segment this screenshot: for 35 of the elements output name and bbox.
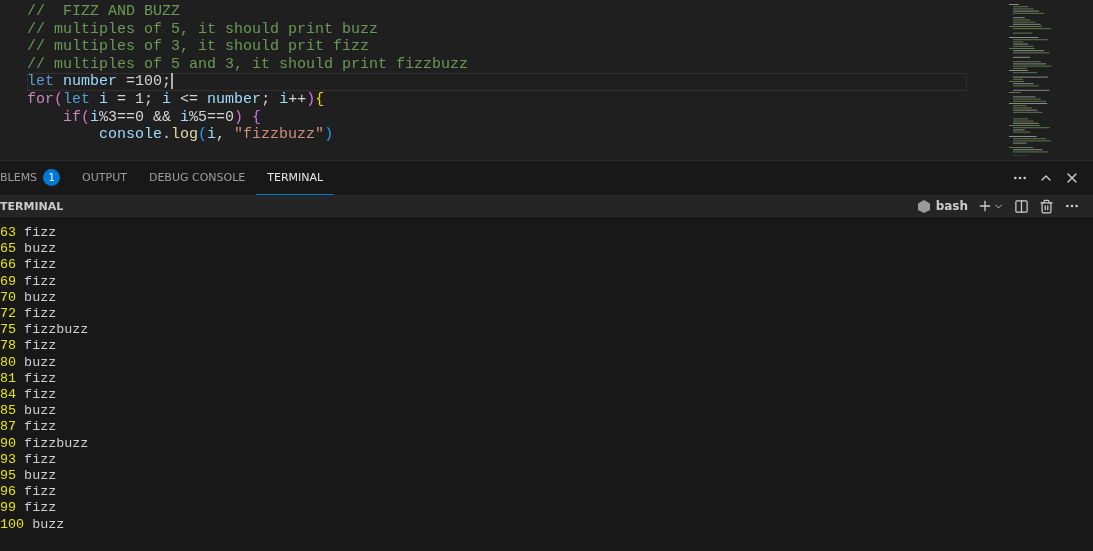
panel-tab[interactable]: BLEMS 1 xyxy=(0,161,72,195)
code-line: if(i%3==0 && i%5==0) { xyxy=(62,108,262,127)
code-line: // multiples of 3, it should prit fizz xyxy=(27,38,370,56)
terminal-line: 69 fizz xyxy=(0,273,58,290)
terminal-line: 84 fizz xyxy=(0,387,58,404)
terminal-line: 100 buzz xyxy=(0,516,66,533)
panel-tab[interactable]: OUTPUT xyxy=(71,161,138,195)
terminal-line: 78 fizz xyxy=(0,338,58,355)
code-line: // multiples of 5, it should print buzz xyxy=(27,20,379,39)
terminal-line: 65 buzz xyxy=(0,241,58,258)
shell-selector[interactable]: bash xyxy=(912,198,972,214)
terminal-line: 85 buzz xyxy=(0,403,58,420)
terminal-header: TERMINAL xyxy=(0,199,64,213)
terminal-line: 72 fizz xyxy=(0,306,58,323)
terminal-line: 99 fizz xyxy=(0,500,58,517)
code-line: // FIZZ AND BUZZ xyxy=(27,3,181,21)
terminal-line: 87 fizz xyxy=(0,419,58,436)
terminal-line: 93 fizz xyxy=(0,451,58,469)
code-line: for(let i = 1; i <= number; i++){ xyxy=(27,90,325,109)
panel-tab[interactable]: DEBUG CONSOLE xyxy=(137,161,257,195)
shell-icon xyxy=(916,198,931,214)
terminal-line: 63 fizz xyxy=(0,225,58,242)
terminal-line: 95 buzz xyxy=(0,468,58,485)
terminal-line: 81 fizz xyxy=(0,370,58,388)
code-line: console.log(i, "fizzbuzz") xyxy=(98,126,334,144)
terminal-line: 90 fizzbuzz xyxy=(0,435,90,452)
terminal-line: 75 fizzbuzz xyxy=(0,322,90,339)
terminal-line: 96 fizz xyxy=(0,484,58,501)
terminal-line: 80 buzz xyxy=(0,354,58,371)
terminal-line: 66 fizz xyxy=(0,257,58,274)
count-badge: 1 xyxy=(43,169,61,186)
plus-icon xyxy=(977,198,993,214)
terminal-line: 70 buzz xyxy=(0,289,58,306)
code-line: let number =100; xyxy=(27,73,967,91)
code-line: // multiples of 5 and 3, it should print fizzbuzz xyxy=(27,55,469,74)
